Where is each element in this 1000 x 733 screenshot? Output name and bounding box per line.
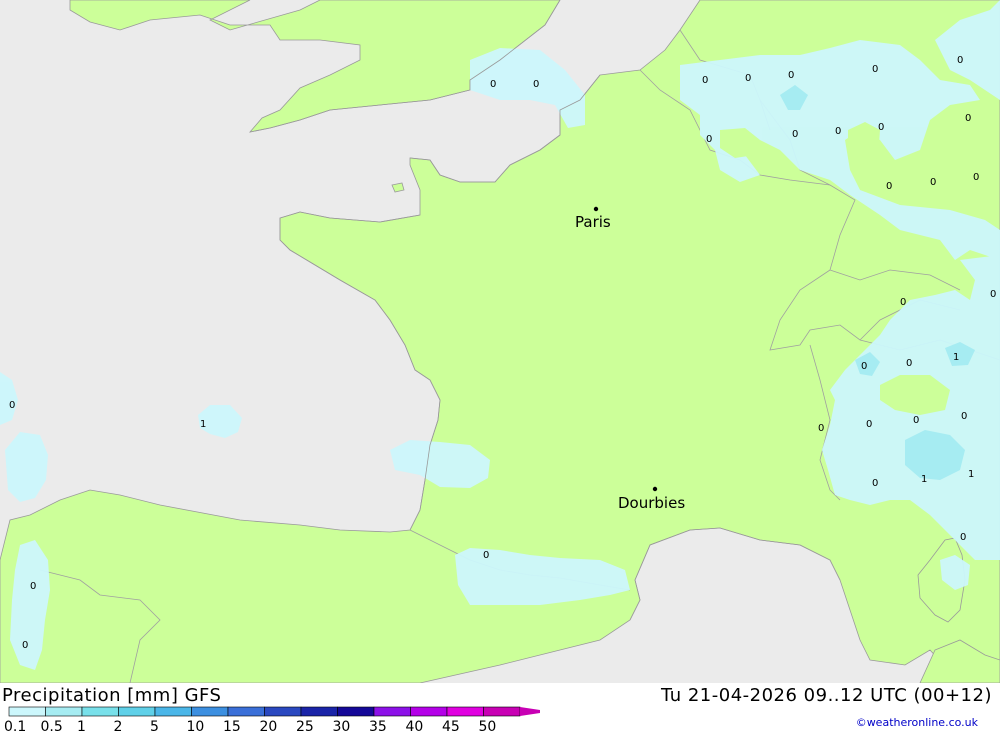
value-label: 0 [965,113,971,124]
legend-swatch [227,706,265,717]
value-label: 0 [22,640,28,651]
legend-label: 2 [114,719,123,733]
legend-label: 40 [406,719,424,733]
legend-swatch [373,706,411,717]
value-label: 0 [957,55,963,66]
value-label: 1 [953,352,959,363]
value-label: 0 [490,79,496,90]
value-label: 0 [913,415,919,426]
legend-label: 20 [260,719,278,733]
value-label: 0 [930,177,936,188]
legend-swatch [81,706,119,717]
value-label: 0 [483,550,489,561]
credit-link[interactable]: ©weatheronline.co.uk [856,716,978,729]
value-label: 0 [900,297,906,308]
value-label: 0 [861,361,867,372]
map-footer: Precipitation [mm] GFS Tu 21-04-2026 09.… [0,683,1000,733]
valid-time: Tu 21-04-2026 09..12 UTC (00+12) [660,685,992,706]
city-label-paris: Paris [575,213,611,231]
value-label: 0 [973,172,979,183]
legend-label: 1 [77,719,86,733]
value-label: 0 [702,75,708,86]
value-label: 0 [30,581,36,592]
legend-swatch [300,706,338,717]
value-label: 0 [872,478,878,489]
map-title: Precipitation [mm] GFS [2,685,222,706]
value-label: 0 [960,532,966,543]
legend-label: 10 [187,719,205,733]
city-dot-dourbies [652,486,658,492]
value-label: 1 [921,474,927,485]
value-label: 0 [886,181,892,192]
precip-legend: 0.1 0.5 1 2 5 10 15 20 25 30 35 40 45 50 [4,706,540,733]
value-label: 0 [818,423,824,434]
value-label: 0 [706,134,712,145]
legend-swatch [154,706,192,717]
legend-label: 35 [369,719,387,733]
value-label: 1 [200,419,206,430]
legend-swatch [191,706,229,717]
value-label: 0 [792,129,798,140]
legend-swatch [264,706,302,717]
legend-swatch [483,706,521,717]
legend-label: 0.5 [41,719,63,733]
value-label: 0 [961,411,967,422]
legend-label: 15 [223,719,241,733]
value-label: 0 [878,122,884,133]
value-label: 1 [968,469,974,480]
value-label: 0 [533,79,539,90]
value-label: 0 [9,400,15,411]
legend-label: 50 [479,719,497,733]
legend-label: 45 [442,719,460,733]
value-label: 0 [866,419,872,430]
legend-swatch [8,706,46,717]
legend-arrow [520,707,540,716]
value-label: 0 [788,70,794,81]
precipitation-map: Paris Dourbies 0 0 0 0 0 0 0 0 0 0 0 0 0… [0,0,1000,683]
legend-label: 0.1 [4,719,26,733]
legend-label: 30 [333,719,351,733]
legend-swatch [337,706,375,717]
value-label: 0 [745,73,751,84]
value-label: 0 [990,289,996,300]
value-label: 0 [835,126,841,137]
city-dot-paris [593,206,599,212]
legend-swatch [446,706,484,717]
legend-label: 5 [150,719,159,733]
value-label: 0 [872,64,878,75]
legend-label: 25 [296,719,314,733]
city-label-dourbies: Dourbies [618,494,685,512]
value-label: 0 [906,358,912,369]
legend-swatch [45,706,83,717]
legend-swatch [118,706,156,717]
legend-swatch [410,706,448,717]
